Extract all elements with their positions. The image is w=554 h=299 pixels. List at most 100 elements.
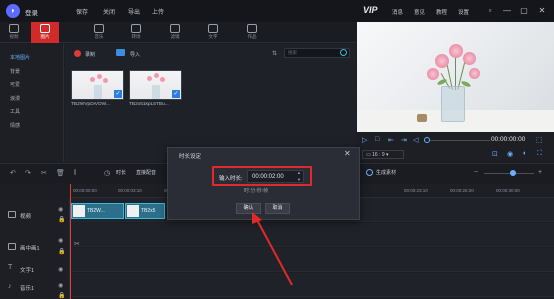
- works-icon: [247, 24, 257, 33]
- fullscreen-icon[interactable]: ⛶: [537, 150, 542, 158]
- ruler-tick: 00:00:00:00: [73, 188, 97, 193]
- zoom-track[interactable]: [484, 173, 534, 174]
- eye-icon[interactable]: ◉: [58, 282, 63, 289]
- aspect-ratio-select[interactable]: ▭ 16 : 9 ▾: [362, 150, 404, 159]
- highlight-box: [212, 166, 312, 186]
- tab-text[interactable]: 文字: [199, 22, 227, 43]
- crop-icon[interactable]: ⊡: [492, 150, 498, 158]
- playhead[interactable]: [70, 184, 71, 299]
- timeline-clip[interactable]: TB2W...: [71, 203, 124, 219]
- timecode-display: 00:00:00:00: [491, 136, 526, 143]
- feedback-link[interactable]: 意见: [414, 8, 425, 16]
- login-link[interactable]: 登录: [25, 7, 38, 17]
- dialog-title: 时长设定: [179, 154, 202, 160]
- nav-tools[interactable]: 工具: [10, 108, 20, 115]
- vip-badge[interactable]: VIP: [363, 5, 378, 15]
- expand-icon[interactable]: ⬚: [536, 136, 543, 144]
- track-row: [70, 273, 554, 297]
- close-menu[interactable]: 关闭: [103, 7, 115, 16]
- zoom-out-icon[interactable]: −: [474, 169, 478, 176]
- category-sidebar: [0, 44, 64, 162]
- track-label: 文字1: [20, 268, 35, 274]
- transition-icon: [131, 24, 141, 33]
- undo-icon[interactable]: ↶: [10, 169, 16, 177]
- track-label: 视频: [20, 214, 32, 220]
- thumbnail-caption: TB2WVpDiVOW...: [71, 102, 110, 107]
- record-icon[interactable]: [74, 50, 81, 57]
- sort-icon[interactable]: ⇅: [272, 50, 277, 57]
- check-icon: ✓: [172, 90, 180, 98]
- nav-cute[interactable]: 可爱: [10, 81, 20, 88]
- video-icon: [9, 24, 19, 33]
- prev-frame-icon[interactable]: ⇤: [388, 136, 394, 144]
- play-icon[interactable]: ▷: [362, 136, 367, 144]
- snapshot-icon[interactable]: ◉: [507, 150, 513, 158]
- lock-icon[interactable]: 🔒: [58, 248, 65, 255]
- skin-icon[interactable]: ▫: [484, 5, 496, 17]
- clock-icon[interactable]: ◷: [104, 169, 110, 177]
- generate-icon[interactable]: [366, 169, 373, 176]
- close-icon[interactable]: ✕: [344, 149, 351, 158]
- split-icon[interactable]: ⫾: [74, 169, 76, 177]
- cancel-button[interactable]: 取消: [265, 203, 290, 214]
- filter-icon: [170, 24, 180, 33]
- eye-icon[interactable]: ◉: [58, 237, 63, 244]
- music-track-icon: ♪: [8, 283, 12, 290]
- tab-music[interactable]: 音乐: [85, 22, 113, 43]
- redo-icon[interactable]: ↷: [25, 169, 31, 177]
- timeline-clip[interactable]: TB2x5: [125, 203, 165, 219]
- speaker-icon[interactable]: ◖: [522, 150, 526, 157]
- progress-track[interactable]: [430, 140, 490, 141]
- tab-image[interactable]: 图片: [31, 22, 59, 43]
- track-label: 音乐1: [20, 286, 35, 292]
- nav-emotion[interactable]: 情感: [10, 122, 20, 129]
- tab-transition[interactable]: 转场: [122, 22, 150, 43]
- maximize-icon[interactable]: ▢: [518, 5, 530, 17]
- upload-menu[interactable]: 上传: [152, 7, 164, 16]
- image-icon: [40, 24, 50, 33]
- lock-icon[interactable]: 🔒: [58, 292, 65, 299]
- media-thumbnail[interactable]: ✓: [129, 70, 182, 100]
- voiceover-button[interactable]: 直接配音: [136, 169, 156, 176]
- lock-icon[interactable]: 🔒: [58, 216, 65, 223]
- messages-link[interactable]: 消息: [392, 8, 403, 16]
- progress-handle[interactable]: [424, 137, 430, 143]
- next-frame-icon[interactable]: ⇥: [401, 136, 407, 144]
- confirm-button[interactable]: 确认: [236, 203, 261, 214]
- cut-icon[interactable]: ✂: [41, 169, 47, 177]
- media-thumbnail[interactable]: ✓: [71, 70, 124, 100]
- generate-material-button[interactable]: 生成素材: [376, 169, 396, 176]
- app-logo: ◗: [6, 4, 20, 18]
- tab-works[interactable]: 作品: [238, 22, 266, 43]
- export-menu[interactable]: 导出: [128, 7, 140, 16]
- nav-local-images[interactable]: 本地图片: [10, 54, 30, 61]
- minimize-icon[interactable]: —: [501, 5, 513, 17]
- ruler-tick: 00:00:23:10: [404, 188, 428, 193]
- nav-background[interactable]: 背景: [10, 68, 20, 75]
- settings-link[interactable]: 设置: [458, 8, 469, 16]
- check-icon: ✓: [114, 90, 122, 98]
- nav-romantic[interactable]: 浪漫: [10, 95, 20, 102]
- track-row: [70, 223, 554, 247]
- delete-icon[interactable]: 🗑: [56, 169, 65, 177]
- preview-canvas: [357, 22, 554, 132]
- record-button[interactable]: 录制: [85, 51, 95, 58]
- tutorial-link[interactable]: 教程: [436, 8, 447, 16]
- text-icon: [208, 24, 218, 33]
- save-menu[interactable]: 保存: [76, 7, 88, 16]
- eye-icon[interactable]: ◉: [58, 266, 63, 273]
- thumbnail-caption: TB2x51kpL5TBu...: [129, 102, 169, 107]
- close-icon[interactable]: ✕: [536, 5, 548, 17]
- import-button[interactable]: 导入: [130, 51, 140, 58]
- tab-video[interactable]: 视频: [0, 22, 28, 43]
- zoom-in-icon[interactable]: +: [538, 169, 542, 176]
- search-icon[interactable]: [340, 49, 347, 56]
- folder-icon[interactable]: [116, 49, 125, 56]
- duration-button[interactable]: 时长: [116, 169, 126, 176]
- zoom-handle[interactable]: [510, 170, 516, 176]
- volume-icon[interactable]: ◁: [413, 136, 418, 144]
- pip-track-icon: [8, 243, 16, 250]
- eye-icon[interactable]: ◉: [58, 206, 63, 213]
- tab-filter[interactable]: 滤镜: [161, 22, 189, 43]
- stop-icon[interactable]: □: [375, 136, 379, 143]
